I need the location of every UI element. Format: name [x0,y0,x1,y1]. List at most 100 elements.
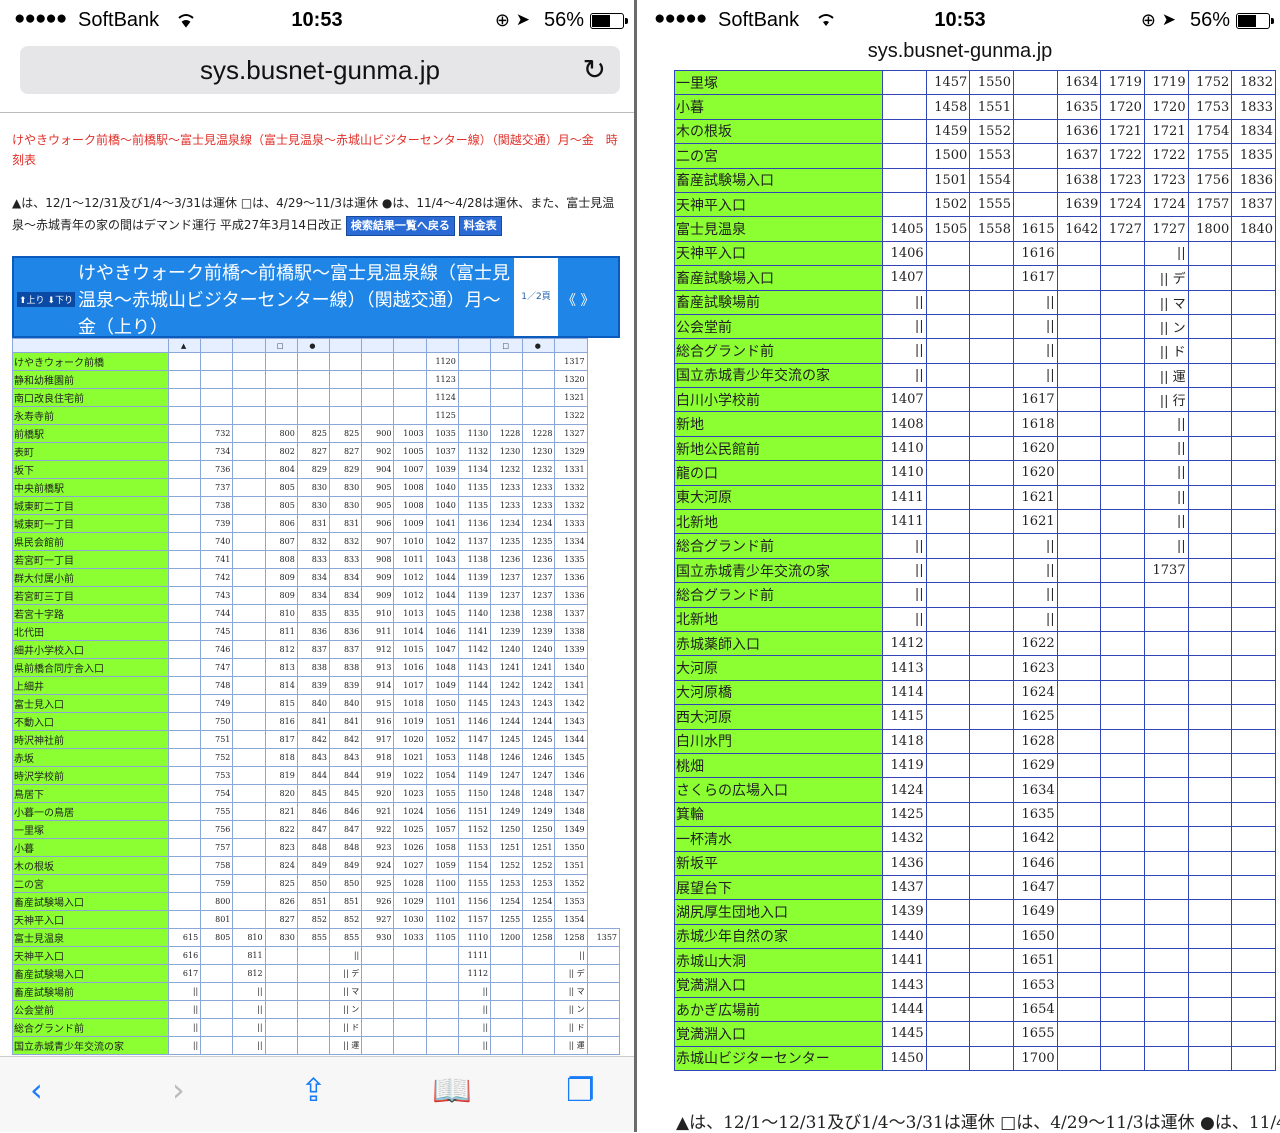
table-row: 城東町一丁目 739 806 831 831 906 1009 1041 1136 1234 123… [12,514,620,533]
forward-icon[interactable]: › [172,1071,185,1109]
time-cell [232,478,266,497]
time-cell: 1124 [425,388,459,407]
time-cell: 819 [264,766,298,785]
fare-table-button[interactable]: 料金表 [458,216,502,236]
direction-toggle[interactable]: ⬆上り ⬇下り [17,292,75,307]
back-icon[interactable]: ‹ [30,1071,43,1109]
time-cell [969,387,1014,413]
time-cell [1231,435,1276,462]
time-cell: 1621 [1012,509,1058,535]
time-cell: 1047 [425,640,459,659]
time-cell: || 運 [329,1036,363,1055]
header-cell [12,338,169,353]
table-row: 表町 734 802 827 827 902 1005 1037 1132 1230 1230 132… [12,442,620,461]
time-cell: 1059 [425,856,459,875]
time-cell: 843 [329,748,363,767]
back-to-results-button[interactable]: 検索結果一覧へ戻る [345,216,455,236]
up-button[interactable]: ⬆上り [19,296,45,306]
time-cell [200,982,234,1001]
time-cell [490,982,524,1001]
rotation-lock-icon: ⊕ [1140,10,1156,30]
down-button[interactable]: ⬇下り [47,296,73,306]
time-cell: 746 [200,640,234,659]
route-title: けやきウォーク前橋〜前橋駅〜富士見温泉線（富士見温泉〜赤城山ビジターセンター線）… [12,133,618,167]
time-cell: 1153 [457,838,492,857]
time-cell: 1343 [554,712,588,731]
time-cell: 1615 [1012,216,1058,242]
time-cell: 824 [264,856,298,875]
time-cell [1231,484,1276,511]
table-row: 小暮 1458 1551 1635 1720 1720 1753 1833 [674,94,1276,120]
time-cell [1231,728,1276,754]
time-cell: 843 [296,748,331,767]
time-cell [1231,557,1276,584]
time-cell: 1651 [1012,948,1058,974]
time-cell: 1321 [554,388,588,407]
time-cell [1231,606,1276,632]
time-cell: 919 [361,766,395,785]
time-cell: 1054 [425,766,459,785]
time-cell: || ド [1143,338,1189,364]
time-cell: 752 [200,748,234,767]
tabs-icon[interactable]: ❐ [566,1071,595,1109]
time-cell: 1351 [554,856,588,875]
time-cell [264,370,298,389]
stop-name: 畜産試験場入口 [674,265,883,291]
table-row: 一里塚 1457 1550 1634 1719 1719 1752 1832 [674,69,1276,96]
time-cell: 1254 [522,892,556,911]
time-cell [490,370,524,389]
time-cell: 930 [361,928,395,947]
next-page-button[interactable]: 》 [580,293,594,309]
time-cell [232,532,266,551]
time-cell [1056,630,1102,657]
url-text[interactable]: sys.busnet-gunma.jp [640,40,1280,63]
address-bar[interactable]: sys.busnet-gunma.jp ↻ [20,46,620,94]
time-cell [1012,191,1058,218]
time-cell: 759 [200,874,234,893]
time-cell [200,1018,234,1037]
time-cell [1100,435,1145,462]
time-cell [1056,265,1102,291]
page-nav[interactable]: 《 》 [562,290,594,310]
time-cell: 734 [200,442,234,461]
status-bar: ●●●●● SoftBank 10:53 ⊕ ➤ 56% [0,0,634,40]
stop-name: 小暮 [674,94,883,120]
stop-name: あかぎ広場前 [674,996,883,1023]
time-cell [969,704,1014,730]
bookmarks-icon[interactable]: 📖 [432,1071,472,1109]
time-cell [361,946,395,965]
time-cell [925,704,971,730]
time-cell: 1025 [393,820,427,839]
stop-name: 大河原橋 [674,679,883,706]
share-icon[interactable]: ⇪ [300,1071,327,1109]
time-cell: 918 [361,748,395,767]
time-cell [232,586,266,605]
stop-name: 白川水門 [674,728,883,754]
header-cell [425,338,459,353]
time-cell: 1009 [393,514,427,533]
time-cell [167,838,202,857]
time-cell [167,748,202,767]
stop-name: 新地 [674,411,883,437]
time-cell [393,370,427,389]
time-cell [1231,460,1276,486]
time-cell [1231,533,1276,559]
time-cell: 816 [264,712,298,731]
time-cell: 1501 [925,167,971,193]
stop-name: 赤城少年自然の家 [674,923,883,950]
time-cell: 1252 [522,856,556,875]
prev-page-button[interactable]: 《 [562,293,576,309]
time-cell: 1237 [490,586,524,605]
time-cell: 1349 [554,820,588,839]
reload-icon[interactable]: ↻ [583,46,606,94]
time-cell [167,856,202,875]
time-cell: 839 [329,676,363,695]
time-cell [925,850,971,876]
time-cell [925,728,971,754]
right-header: ●●●●● SoftBank 10:53 ⊕ ➤ 56% sys.busnet-… [640,0,1280,70]
time-cell: 744 [200,604,234,623]
time-cell [167,730,202,749]
time-cell [925,996,971,1023]
time-cell [969,313,1014,340]
time-cell [1231,899,1276,925]
